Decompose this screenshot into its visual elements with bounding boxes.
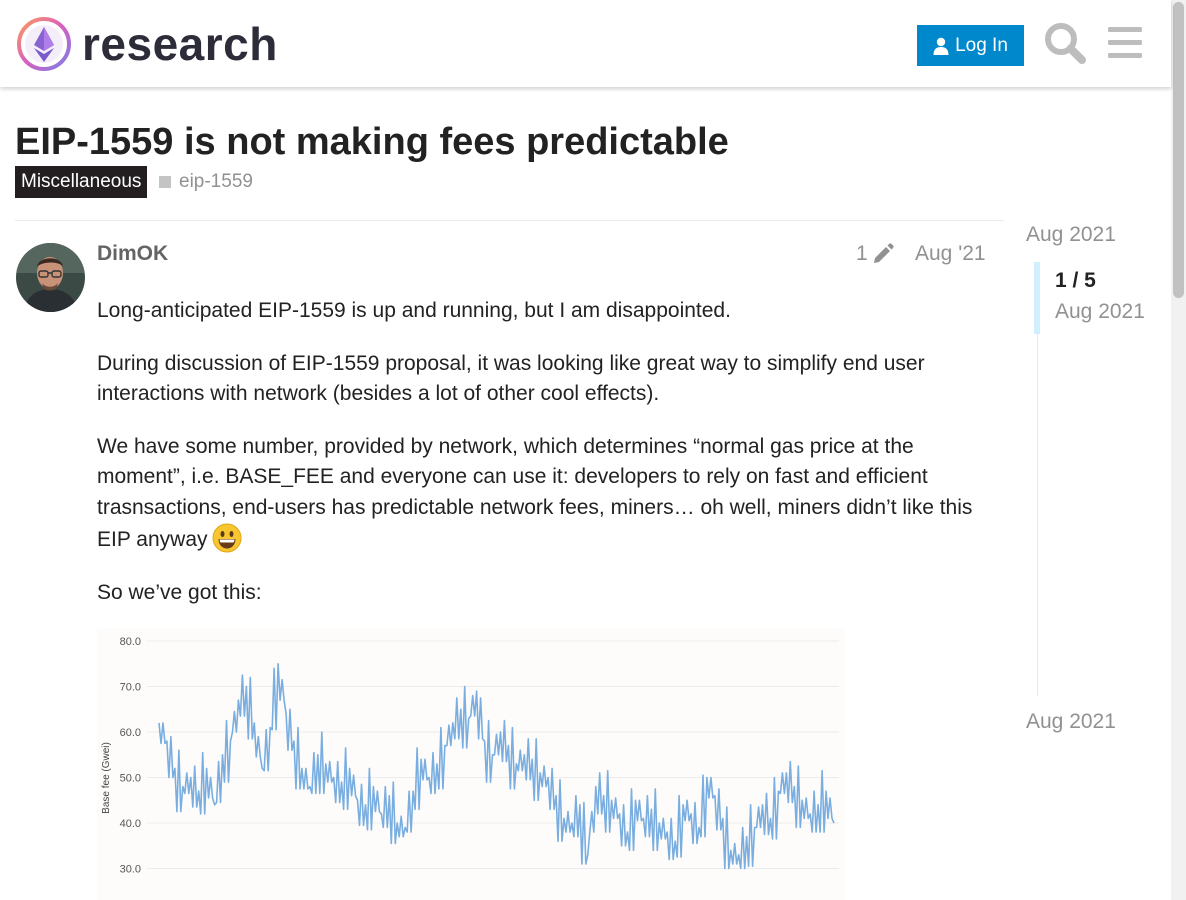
post-body: Long-anticipated EIP-1559 is up and runn… bbox=[97, 296, 987, 630]
timeline-start-date[interactable]: Aug 2021 bbox=[1026, 220, 1116, 250]
timeline-end-date[interactable]: Aug 2021 bbox=[1026, 707, 1116, 737]
login-label: Log In bbox=[955, 34, 1008, 56]
post-paragraph: During discussion of EIP-1559 proposal, … bbox=[97, 351, 925, 406]
base-fee-chart[interactable]: 80.0 70.0 60.0 50.0 40.0 30.0 Base fee (Gwei) bbox=[97, 628, 845, 900]
pencil-icon bbox=[873, 243, 894, 263]
tag-square-icon bbox=[159, 176, 171, 188]
site-logo[interactable]: research bbox=[16, 16, 278, 72]
topic-tag[interactable]: eip-1559 bbox=[159, 168, 253, 196]
site-header: research Log In bbox=[0, 0, 1171, 87]
ethereum-research-logo-icon bbox=[17, 17, 71, 71]
avatar[interactable] bbox=[16, 243, 85, 312]
site-name: research bbox=[82, 18, 278, 70]
chart-y-tick-label: 80.0 bbox=[120, 636, 141, 648]
timeline-scroll-handle[interactable] bbox=[1034, 262, 1040, 334]
scrollbar-thumb[interactable] bbox=[1173, 2, 1184, 298]
post-paragraph: Long-anticipated EIP-1559 is up and runn… bbox=[97, 299, 731, 322]
search-button[interactable] bbox=[1043, 21, 1087, 65]
grinning-face-emoji-icon bbox=[212, 523, 242, 553]
chart-y-tick-label: 60.0 bbox=[120, 727, 141, 739]
post-username[interactable]: DimOK bbox=[97, 240, 168, 268]
page-scrollbar[interactable] bbox=[1171, 0, 1186, 900]
chart-y-axis-label: Base fee (Gwei) bbox=[101, 742, 112, 814]
post-paragraph: We have some number, provided by network… bbox=[97, 432, 987, 556]
edit-count: 1 bbox=[856, 242, 868, 265]
tag-label: eip-1559 bbox=[179, 171, 253, 192]
timeline-position: 1 / 5 bbox=[1055, 269, 1096, 292]
chart-y-tick-label: 40.0 bbox=[120, 818, 141, 830]
login-button[interactable]: Log In bbox=[917, 25, 1024, 66]
search-icon bbox=[1045, 23, 1086, 64]
chart-series-line bbox=[158, 662, 835, 870]
post-date[interactable]: Aug '21 bbox=[915, 240, 986, 268]
post-edit-history[interactable]: 1 bbox=[856, 240, 894, 268]
topic-divider bbox=[15, 220, 1004, 221]
post-paragraph: So we’ve got this: bbox=[97, 580, 262, 604]
timeline-current-date: Aug 2021 bbox=[1055, 300, 1145, 323]
user-icon bbox=[933, 37, 949, 55]
chart-y-tick-label: 50.0 bbox=[120, 773, 141, 785]
topic-timeline: Aug 2021 1 / 5 Aug 2021 Aug 2021 bbox=[1026, 220, 1171, 740]
hamburger-menu-icon bbox=[1108, 27, 1142, 58]
base-fee-chart-svg: 80.0 70.0 60.0 50.0 40.0 30.0 Base fee (Gwei) bbox=[101, 636, 839, 876]
chart-y-tick-label: 70.0 bbox=[120, 682, 141, 694]
topic-title[interactable]: EIP-1559 is not making fees predictable bbox=[15, 120, 729, 164]
category-badge[interactable]: Miscellaneous bbox=[15, 166, 148, 198]
chart-y-tick-label: 30.0 bbox=[120, 864, 141, 876]
user-avatar-icon bbox=[16, 243, 85, 312]
hamburger-menu-button[interactable] bbox=[1106, 24, 1146, 62]
